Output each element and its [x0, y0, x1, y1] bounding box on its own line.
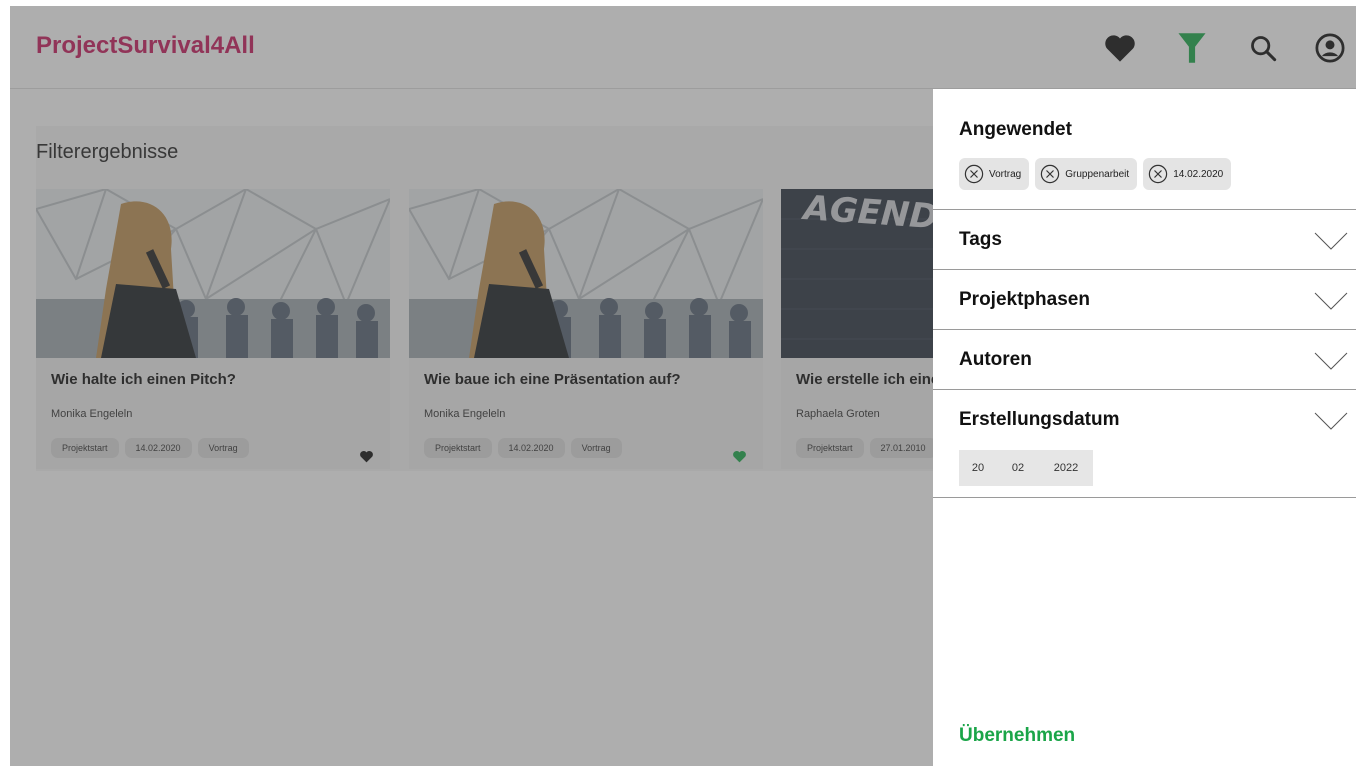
- card-tags: Projektstart 14.02.2020 Vortrag: [424, 438, 622, 458]
- section-label: Tags: [959, 229, 1002, 250]
- heart-icon[interactable]: [1102, 30, 1138, 66]
- search-icon[interactable]: [1245, 30, 1281, 66]
- filter-chip[interactable]: Vortrag: [959, 158, 1030, 190]
- favorite-heart-icon[interactable]: [359, 450, 374, 463]
- card-author: Monika Engeleln: [424, 408, 506, 420]
- section-label: Autoren: [959, 349, 1032, 370]
- divider: [933, 497, 1356, 498]
- date-input-group: 20 02 2022: [959, 450, 1093, 486]
- main-content: Filterergebnisse Wie halte ich einen Pit…: [10, 89, 1135, 766]
- result-card[interactable]: Wie halte ich einen Pitch? Monika Engele…: [36, 189, 390, 469]
- filter-chip-label: 14.02.2020: [1173, 168, 1224, 180]
- result-card[interactable]: Wie baue ich eine Präsentation auf? Moni…: [409, 189, 763, 469]
- remove-filter-icon[interactable]: [964, 164, 984, 184]
- top-bar: ProjectSurvival4All: [10, 6, 1356, 89]
- app-logo[interactable]: ProjectSurvival4All: [36, 32, 255, 60]
- chevron-down-icon[interactable]: [1314, 232, 1348, 250]
- section-autoren[interactable]: Autoren: [933, 329, 1356, 390]
- filter-chip-label: Vortrag: [989, 168, 1022, 180]
- tag-badge: Projektstart: [424, 438, 492, 458]
- card-title[interactable]: Wie halte ich einen Pitch?: [51, 371, 236, 388]
- filter-chip[interactable]: Gruppenarbeit: [1035, 158, 1138, 190]
- tag-badge: 14.02.2020: [497, 438, 565, 458]
- tag-badge: Projektstart: [796, 438, 864, 458]
- chevron-down-icon[interactable]: [1314, 292, 1348, 310]
- remove-filter-icon[interactable]: [1148, 164, 1168, 184]
- chevron-down-icon[interactable]: [1314, 412, 1348, 430]
- date-month-field[interactable]: 02: [997, 450, 1039, 486]
- tag-badge: Projektstart: [51, 438, 119, 458]
- tag-badge: Vortrag: [197, 438, 249, 458]
- tag-badge: 14.02.2020: [124, 438, 192, 458]
- section-projektphasen[interactable]: Projektphasen: [933, 269, 1356, 330]
- applied-filter-chips: Vortrag Gruppenarbeit 14.02.2020: [959, 158, 1232, 190]
- section-label: Erstellungsdatum: [959, 409, 1120, 430]
- section-label: Projektphasen: [959, 289, 1090, 310]
- card-title[interactable]: Wie erstelle ich eine: [796, 371, 939, 388]
- filter-icon[interactable]: [1174, 30, 1210, 66]
- remove-filter-icon[interactable]: [1040, 164, 1060, 184]
- favorite-heart-icon[interactable]: [732, 450, 747, 463]
- filter-panel: Angewendet Vortrag Gruppenarbeit 14.02.2…: [933, 89, 1356, 766]
- tag-badge: 27.01.2010: [869, 438, 937, 458]
- tag-badge: Vortrag: [570, 438, 622, 458]
- card-title[interactable]: Wie baue ich eine Präsentation auf?: [424, 371, 681, 388]
- card-image: [409, 189, 763, 358]
- card-image: [36, 189, 390, 358]
- filter-chip[interactable]: 14.02.2020: [1143, 158, 1232, 190]
- card-tags: Projektstart 27.01.2010: [796, 438, 937, 458]
- filter-chip-label: Gruppenarbeit: [1065, 168, 1130, 180]
- chevron-down-icon[interactable]: [1314, 352, 1348, 370]
- card-tags: Projektstart 14.02.2020 Vortrag: [51, 438, 249, 458]
- app-window: ProjectSurvival4All Filterergebnisse Wie…: [10, 6, 1356, 766]
- date-day-field[interactable]: 20: [959, 450, 997, 486]
- card-author: Monika Engeleln: [51, 408, 133, 420]
- section-tags[interactable]: Tags: [933, 209, 1356, 270]
- account-icon[interactable]: [1312, 30, 1348, 66]
- card-author: Raphaela Groten: [796, 408, 880, 420]
- applied-filters-heading: Angewendet: [959, 119, 1072, 140]
- page-title: Filterergebnisse: [36, 141, 179, 163]
- date-year-field[interactable]: 2022: [1039, 450, 1093, 486]
- apply-button[interactable]: Übernehmen: [959, 725, 1075, 747]
